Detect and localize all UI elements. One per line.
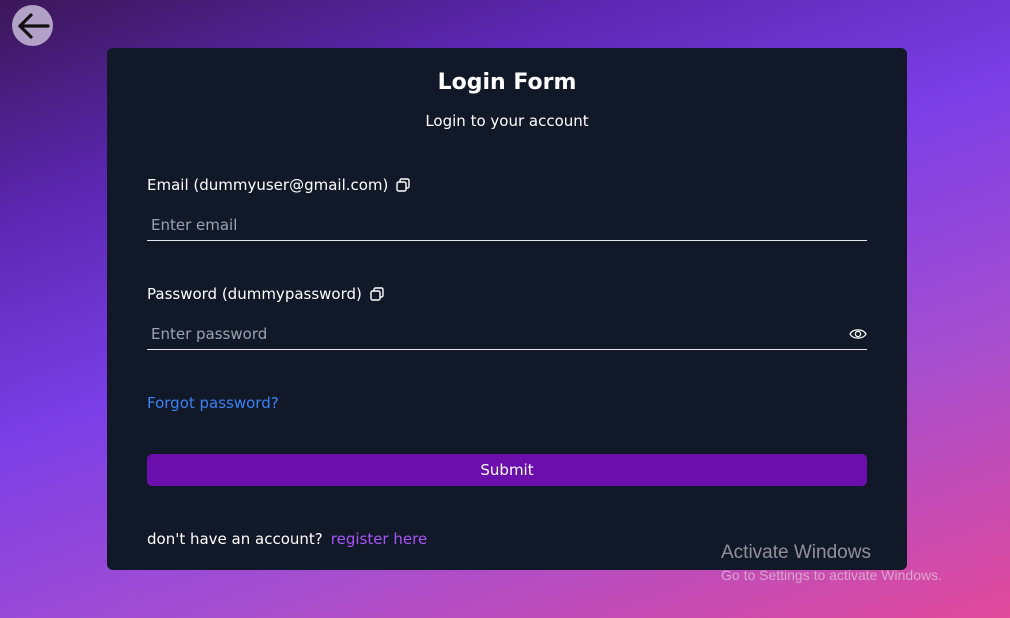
email-label-row: Email (dummyuser@gmail.com) <box>147 176 411 194</box>
password-label-row: Password (dummypassword) <box>147 285 384 303</box>
register-prompt: don't have an account? <box>147 530 323 548</box>
password-field-wrapper <box>147 319 867 350</box>
watermark-subtitle: Go to Settings to activate Windows. <box>721 567 942 583</box>
login-card: Login Form Login to your account Email (… <box>107 48 907 570</box>
watermark-title: Activate Windows <box>721 542 871 563</box>
arrow-left-icon <box>17 12 50 39</box>
email-label: Email (dummyuser@gmail.com) <box>147 176 389 194</box>
password-field[interactable] <box>147 319 867 349</box>
page-subtitle: Login to your account <box>425 112 589 130</box>
register-link[interactable]: register here <box>331 530 427 548</box>
copy-password-icon[interactable] <box>370 287 384 301</box>
back-button[interactable] <box>12 5 53 46</box>
submit-button[interactable]: Submit <box>147 454 867 486</box>
eye-icon[interactable] <box>849 326 867 340</box>
email-field[interactable] <box>147 210 867 240</box>
forgot-password-link[interactable]: Forgot password? <box>147 394 279 412</box>
password-label: Password (dummypassword) <box>147 285 362 303</box>
copy-email-icon[interactable] <box>396 178 411 192</box>
page-title: Login Form <box>437 70 577 95</box>
email-field-wrapper <box>147 210 867 241</box>
activation-watermark: Activate Windows Go to Settings to activ… <box>721 542 942 583</box>
register-row: don't have an account? register here <box>147 530 427 548</box>
